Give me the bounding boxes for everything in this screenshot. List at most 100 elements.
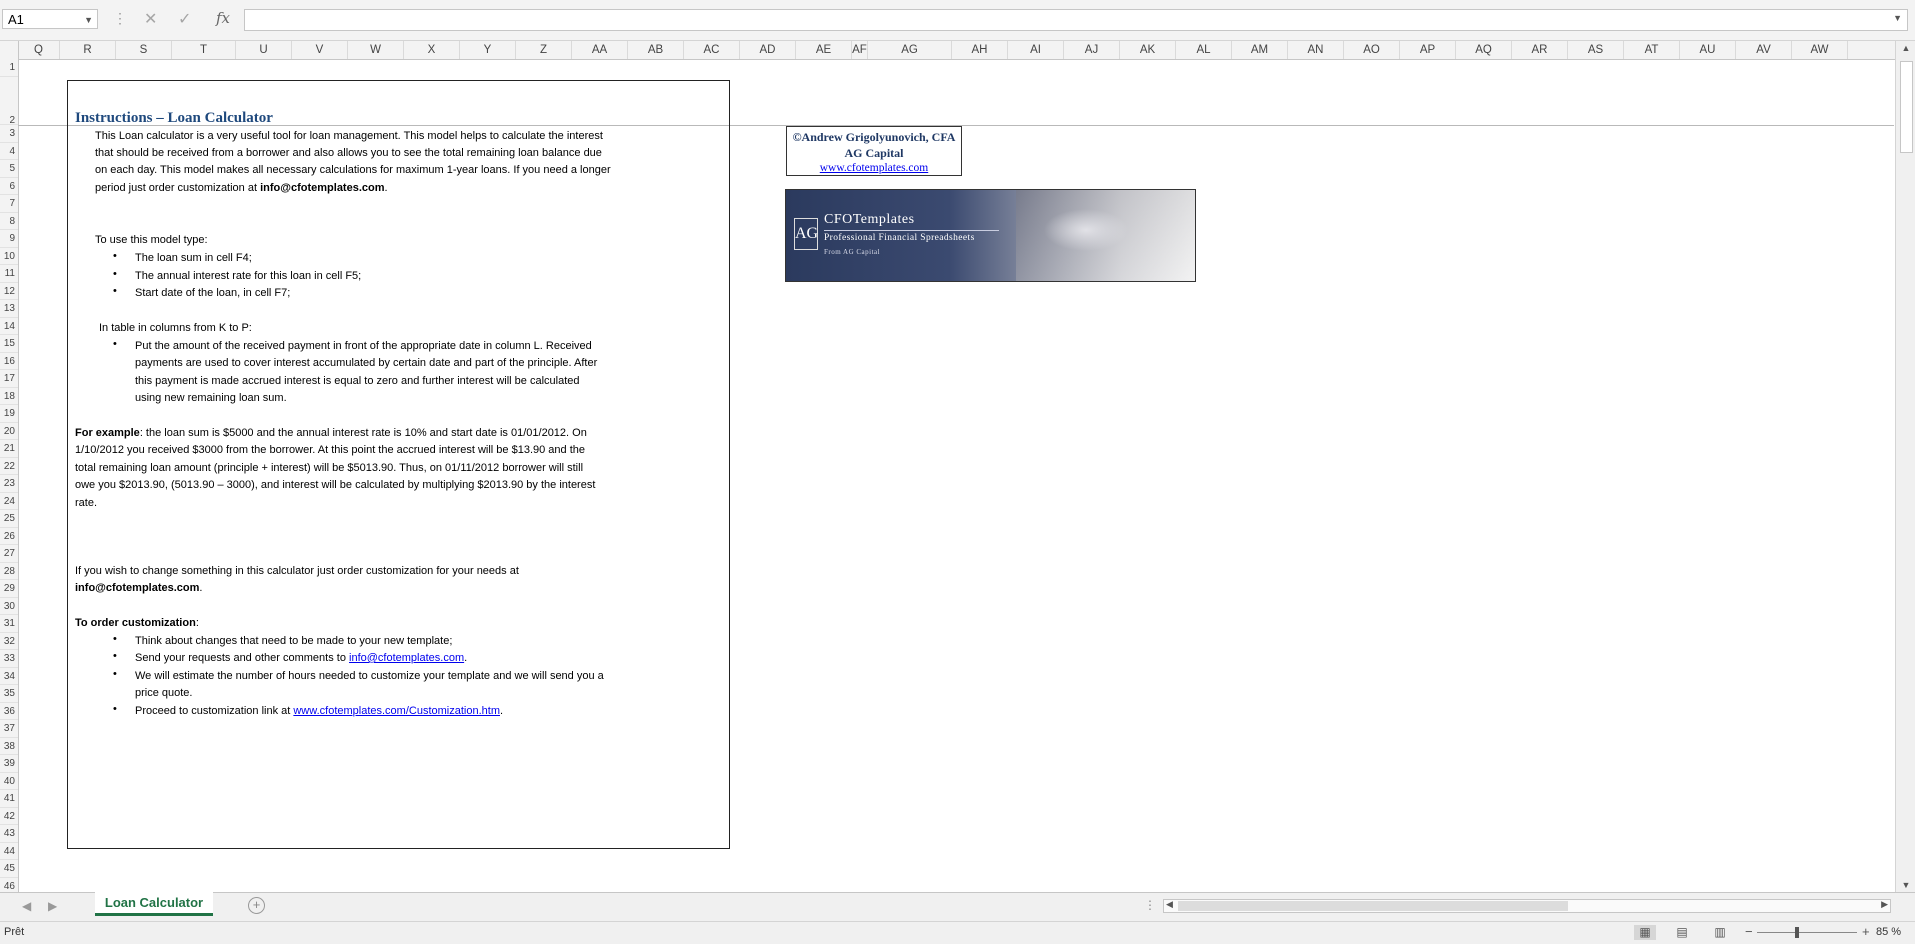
row-header-cell[interactable]: 42 — [0, 808, 18, 825]
cancel-entry-icon[interactable]: ✕ — [144, 9, 157, 29]
row-header-cell[interactable]: 14 — [0, 318, 18, 335]
column-header-cell[interactable]: AJ — [1064, 41, 1120, 59]
row-header-cell[interactable]: 7 — [0, 195, 18, 213]
row-header-cell[interactable]: 26 — [0, 528, 18, 545]
column-header-cell[interactable]: AE — [796, 41, 852, 59]
row-header-cell[interactable]: 32 — [0, 633, 18, 650]
column-header-cell[interactable]: T — [172, 41, 236, 59]
column-header-cell[interactable]: AT — [1624, 41, 1680, 59]
column-header-cell[interactable]: AO — [1344, 41, 1400, 59]
row-header-cell[interactable]: 25 — [0, 510, 18, 528]
column-header-cell[interactable]: W — [348, 41, 404, 59]
select-all-corner[interactable] — [0, 41, 19, 59]
page-break-view-icon[interactable]: ▥ — [1709, 925, 1731, 940]
tab-scroll-left-icon[interactable]: ◀ — [22, 899, 31, 913]
column-header-cell[interactable]: AC — [684, 41, 740, 59]
row-header-cell[interactable]: 10 — [0, 248, 18, 265]
add-sheet-icon[interactable]: + — [248, 897, 265, 914]
row-header-cell[interactable]: 37 — [0, 720, 18, 738]
column-header-cell[interactable]: AA — [572, 41, 628, 59]
row-header-cell[interactable]: 23 — [0, 475, 18, 493]
column-header-cell[interactable]: S — [116, 41, 172, 59]
column-header-cell[interactable]: AV — [1736, 41, 1792, 59]
website-link[interactable]: www.cfotemplates.com — [787, 162, 961, 174]
row-header-cell[interactable]: 46 — [0, 878, 18, 893]
confirm-entry-icon[interactable]: ✓ — [178, 9, 191, 29]
zoom-in-icon[interactable]: + — [1862, 924, 1870, 939]
column-header-cell[interactable]: AB — [628, 41, 684, 59]
zoom-slider[interactable] — [1757, 932, 1857, 933]
horizontal-scroll-thumb[interactable] — [1178, 901, 1568, 911]
row-header-cell[interactable]: 13 — [0, 300, 18, 318]
vertical-scroll-thumb[interactable] — [1900, 61, 1913, 153]
row-header-cell[interactable]: 6 — [0, 178, 18, 195]
column-header-cell[interactable]: R — [60, 41, 116, 59]
column-header-cell[interactable]: AQ — [1456, 41, 1512, 59]
scroll-right-icon[interactable]: ▶ — [1881, 899, 1888, 910]
customization-link[interactable]: www.cfotemplates.com/Customization.htm — [293, 705, 500, 717]
tab-scroll-right-icon[interactable]: ▶ — [48, 899, 57, 913]
row-header-cell[interactable]: 41 — [0, 790, 18, 808]
column-header-cell[interactable]: X — [404, 41, 460, 59]
row-header-cell[interactable]: 22 — [0, 458, 18, 475]
zoom-slider-thumb[interactable] — [1795, 927, 1799, 938]
column-header-cell[interactable]: AD — [740, 41, 796, 59]
row-header-cell[interactable]: 36 — [0, 703, 18, 720]
row-header-cell[interactable]: 31 — [0, 615, 18, 633]
page-layout-view-icon[interactable]: ▤ — [1671, 925, 1693, 940]
name-box-dropdown-icon[interactable]: ▼ — [84, 10, 93, 30]
row-header-cell[interactable]: 18 — [0, 388, 18, 405]
scroll-up-icon[interactable]: ▲ — [1896, 43, 1915, 53]
column-header-cell[interactable]: Y — [460, 41, 516, 59]
row-header-cell[interactable]: 33 — [0, 650, 18, 668]
row-header-cell[interactable]: 4 — [0, 143, 18, 160]
name-box[interactable]: A1 ▼ — [2, 9, 98, 29]
sheet-tab-loan-calculator[interactable]: Loan Calculator — [95, 892, 213, 916]
row-header-cell[interactable]: 38 — [0, 738, 18, 755]
row-header-cell[interactable]: 16 — [0, 353, 18, 370]
column-header-cell[interactable]: AL — [1176, 41, 1232, 59]
column-header-cell[interactable]: AI — [1008, 41, 1064, 59]
row-header-cell[interactable]: 11 — [0, 265, 18, 283]
row-header-cell[interactable]: 1 — [0, 59, 18, 77]
formula-input[interactable]: ▼ — [244, 9, 1908, 31]
email-link[interactable]: info@cfotemplates.com — [349, 652, 464, 664]
row-header-cell[interactable]: 34 — [0, 668, 18, 685]
row-header-cell[interactable]: 3 — [0, 125, 18, 143]
column-header-cell[interactable]: Q — [18, 41, 60, 59]
row-header-cell[interactable]: 39 — [0, 755, 18, 773]
row-header-cell[interactable]: 9 — [0, 230, 18, 248]
row-header-cell[interactable]: 20 — [0, 423, 18, 440]
column-header-cell[interactable]: AR — [1512, 41, 1568, 59]
expand-formula-bar-icon[interactable]: ▼ — [1893, 13, 1902, 23]
normal-view-icon[interactable]: ▦ — [1634, 925, 1656, 940]
row-header-cell[interactable]: 12 — [0, 283, 18, 300]
row-header-cell[interactable]: 30 — [0, 598, 18, 615]
column-header-cell[interactable]: AS — [1568, 41, 1624, 59]
column-header-cell[interactable]: U — [236, 41, 292, 59]
column-header-cell[interactable]: V — [292, 41, 348, 59]
column-header-cell[interactable]: AM — [1232, 41, 1288, 59]
vertical-scrollbar[interactable]: ▲ ▼ — [1895, 41, 1915, 892]
row-header-cell[interactable]: 19 — [0, 405, 18, 423]
row-header-cell[interactable]: 29 — [0, 580, 18, 598]
row-header-cell[interactable]: 5 — [0, 160, 18, 178]
column-header-cell[interactable]: AF — [852, 41, 868, 59]
row-header-cell[interactable]: 35 — [0, 685, 18, 703]
column-header-cell[interactable]: Z — [516, 41, 572, 59]
column-header-cell[interactable]: AK — [1120, 41, 1176, 59]
column-header-cell[interactable]: AH — [952, 41, 1008, 59]
scroll-down-icon[interactable]: ▼ — [1896, 880, 1915, 890]
column-header-cell[interactable]: AP — [1400, 41, 1456, 59]
worksheet-grid[interactable]: Instructions – Loan Calculator This Loan… — [18, 59, 1894, 892]
row-header-cell[interactable]: 27 — [0, 545, 18, 563]
row-header-cell[interactable]: 43 — [0, 825, 18, 843]
row-header-cell[interactable]: 15 — [0, 335, 18, 353]
row-header-cell[interactable]: 17 — [0, 370, 18, 388]
row-header-cell[interactable]: 45 — [0, 860, 18, 878]
row-header-cell[interactable]: 21 — [0, 440, 18, 458]
row-header-cell[interactable]: 44 — [0, 843, 18, 860]
row-header-cell[interactable]: 40 — [0, 773, 18, 790]
row-header-cell[interactable]: 24 — [0, 493, 18, 510]
insert-function-icon[interactable]: fx — [216, 9, 230, 27]
